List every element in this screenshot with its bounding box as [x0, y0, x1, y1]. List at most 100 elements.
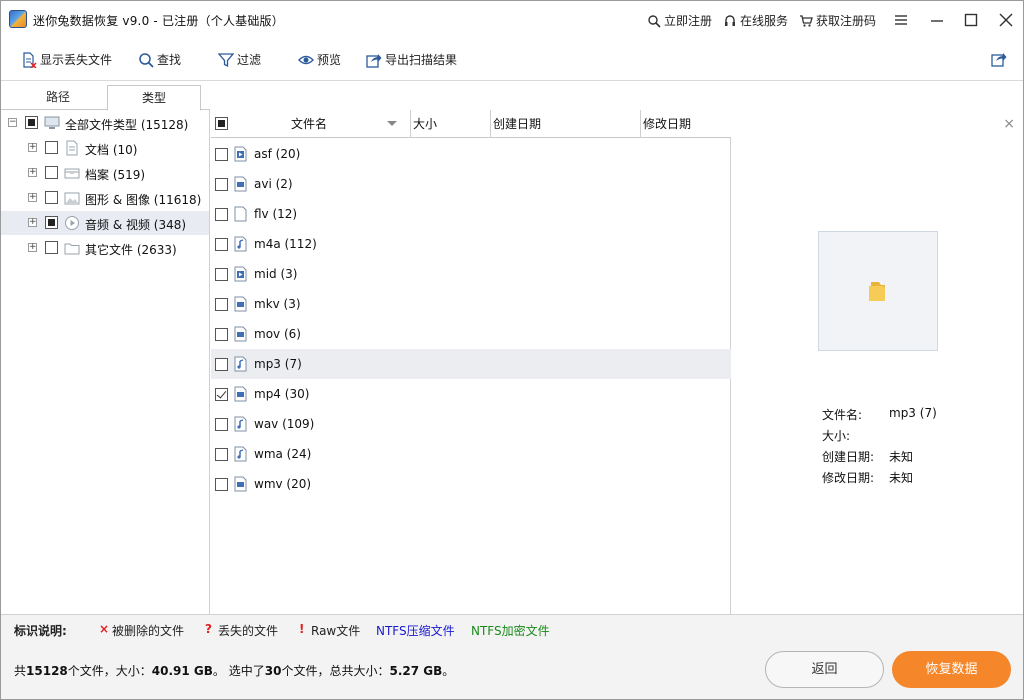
tree-item[interactable]: + 其它文件 (2633): [1, 236, 209, 260]
preview-close-button[interactable]: ×: [1003, 116, 1015, 132]
tree-root-checkbox[interactable]: [25, 116, 38, 129]
table-row[interactable]: avi (2): [211, 169, 731, 199]
select-all-checkbox[interactable]: [215, 117, 228, 130]
tree-item[interactable]: + 图形 & 图像 (11618): [1, 186, 209, 210]
column-created-label: 创建日期: [493, 117, 542, 131]
row-checkbox[interactable]: [215, 148, 228, 161]
tab-path[interactable]: 路径: [11, 85, 105, 110]
archive-icon: [64, 168, 80, 179]
tree-item-checkbox[interactable]: [45, 166, 58, 179]
share-icon: [991, 53, 1007, 67]
tree-item-checkbox[interactable]: [45, 191, 58, 204]
table-row[interactable]: mid (3): [211, 259, 731, 289]
show-lost-files-button[interactable]: 显示丢失文件: [21, 51, 112, 68]
expand-toggle[interactable]: +: [28, 243, 37, 252]
table-row[interactable]: mp3 (7): [211, 349, 731, 379]
tree-item[interactable]: + 音频 & 视频 (348): [1, 211, 209, 235]
row-checkbox[interactable]: [215, 268, 228, 281]
table-row[interactable]: flv (12): [211, 199, 731, 229]
table-row[interactable]: mkv (3): [211, 289, 731, 319]
audio-file-icon: [234, 446, 247, 462]
expand-toggle[interactable]: +: [28, 143, 37, 152]
row-checkbox[interactable]: [215, 298, 228, 311]
row-checkbox[interactable]: [215, 208, 228, 221]
deleted-mark-icon: ×: [99, 622, 110, 636]
tree-item-label: 其它文件 (2633): [85, 243, 177, 257]
recover-data-button[interactable]: 恢复数据: [892, 651, 1011, 688]
row-checkbox[interactable]: [215, 478, 228, 491]
status-summary: 共15128个文件，大小：40.91 GB。 选中了30个文件，总共大小：5.2…: [14, 662, 454, 679]
column-modified-label: 修改日期: [643, 117, 692, 131]
row-file-name: m4a (112): [254, 237, 317, 251]
row-checkbox[interactable]: [215, 328, 228, 341]
menu-button[interactable]: [887, 7, 915, 33]
tree-item-checkbox[interactable]: [45, 241, 58, 254]
table-row[interactable]: mp4 (30): [211, 379, 731, 409]
legend-lost: 丢失的文件: [218, 624, 279, 638]
tree-item-checkbox[interactable]: [45, 216, 58, 229]
legend-bar: 标识说明: × 被删除的文件 ? 丢失的文件 ! Raw文件 NTFS压缩文件 …: [1, 614, 1023, 642]
row-checkbox[interactable]: [215, 358, 228, 371]
register-now-label: 立即注册: [664, 14, 713, 28]
total-file-count: 15128: [26, 664, 68, 678]
row-checkbox[interactable]: [215, 388, 228, 401]
headset-icon: [725, 14, 735, 26]
tree-root[interactable]: − 全部文件类型 (15128): [1, 111, 209, 135]
row-checkbox[interactable]: [215, 448, 228, 461]
back-button[interactable]: 返回: [765, 651, 884, 688]
filter-button[interactable]: 过滤: [218, 51, 261, 68]
expand-toggle[interactable]: +: [28, 168, 37, 177]
maximize-button[interactable]: [957, 7, 985, 33]
close-button[interactable]: [992, 7, 1020, 33]
row-checkbox[interactable]: [215, 418, 228, 431]
media-file-icon: [234, 266, 247, 282]
column-name-header[interactable]: 文件名: [231, 110, 411, 138]
expand-toggle[interactable]: +: [28, 193, 37, 202]
preview-modified-label: 修改日期:: [822, 471, 875, 485]
video-file-icon: [234, 176, 247, 192]
share-button[interactable]: [991, 51, 1007, 67]
register-now-link[interactable]: 立即注册: [647, 12, 712, 29]
app-window: 迷你兔数据恢复 v9.0 - 已注册（个人基础版） 立即注册 在线服务 获取注册…: [0, 0, 1024, 700]
tree-item-checkbox[interactable]: [45, 141, 58, 154]
legend-ntfs-compressed: NTFS压缩文件: [376, 624, 455, 638]
export-results-button[interactable]: 导出扫描结果: [366, 51, 457, 68]
show-lost-files-label: 显示丢失文件: [40, 53, 113, 67]
row-file-name: asf (20): [254, 147, 301, 161]
find-button[interactable]: 查找: [138, 51, 181, 68]
preview-label: 预览: [317, 53, 342, 67]
table-row[interactable]: wma (24): [211, 439, 731, 469]
preview-panel: × 文件名: mp3 (7) 大小: 创建日期: 未知 修改日期: 未知: [732, 110, 1023, 614]
column-size-header[interactable]: 大小: [411, 110, 491, 138]
online-service-label: 在线服务: [740, 14, 789, 28]
filter-label: 过滤: [237, 53, 262, 67]
tree-item[interactable]: + 文档 (10): [1, 136, 209, 160]
minimize-button[interactable]: [923, 7, 951, 33]
table-row[interactable]: m4a (112): [211, 229, 731, 259]
get-code-link[interactable]: 获取注册码: [799, 12, 876, 29]
row-checkbox[interactable]: [215, 178, 228, 191]
expand-toggle[interactable]: +: [28, 218, 37, 227]
tree-item-label: 音频 & 视频 (348): [85, 218, 187, 232]
tree-item[interactable]: + 档案 (519): [1, 161, 209, 185]
table-row[interactable]: mov (6): [211, 319, 731, 349]
collapse-toggle[interactable]: −: [8, 118, 17, 127]
preview-button[interactable]: 预览: [298, 51, 341, 68]
preview-name-value: mp3 (7): [889, 406, 937, 420]
status-prefix: 共: [14, 664, 27, 678]
toolbar: 显示丢失文件 查找 过滤 预览 导出扫描结果: [1, 39, 1023, 81]
row-file-name: flv (12): [254, 207, 298, 221]
row-file-name: mp4 (30): [254, 387, 310, 401]
column-created-header[interactable]: 创建日期: [491, 110, 641, 138]
table-row[interactable]: wav (109): [211, 409, 731, 439]
tree-item-label: 文档 (10): [85, 143, 138, 157]
tree-root-label: 全部文件类型 (15128): [65, 118, 189, 132]
row-file-name: mkv (3): [254, 297, 301, 311]
online-service-link[interactable]: 在线服务: [723, 12, 788, 29]
column-modified-header[interactable]: 修改日期: [641, 110, 731, 138]
tab-type[interactable]: 类型: [107, 85, 201, 111]
table-row[interactable]: asf (20): [211, 139, 731, 169]
preview-modified-value: 未知: [889, 471, 914, 485]
table-row[interactable]: wmv (20): [211, 469, 731, 499]
row-checkbox[interactable]: [215, 238, 228, 251]
